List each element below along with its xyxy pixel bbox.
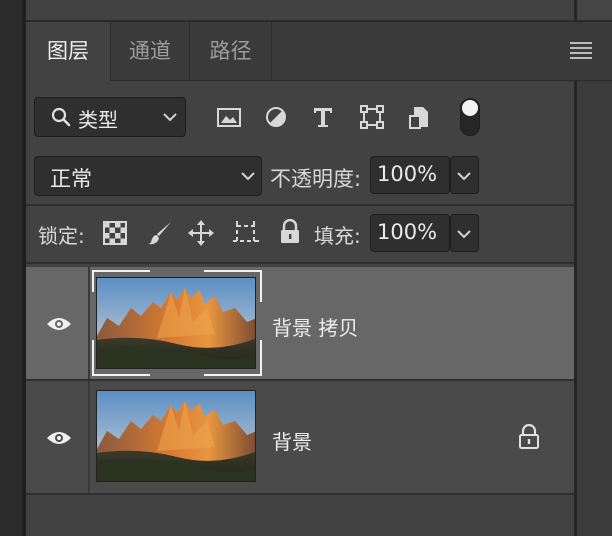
toggle-knob xyxy=(462,100,478,116)
panel-top-strip xyxy=(26,0,574,22)
selection-corner xyxy=(204,270,262,302)
smart-object-filter-icon[interactable] xyxy=(406,103,434,131)
left-gutter xyxy=(0,0,22,536)
selection-corner xyxy=(92,340,150,376)
lock-artboard-icon[interactable] xyxy=(232,219,260,247)
lock-all-icon[interactable] xyxy=(279,219,301,245)
layer-name[interactable]: 背景 xyxy=(272,426,312,455)
filter-type-label: 类型 xyxy=(78,108,118,132)
layer-name[interactable]: 背景 拷贝 xyxy=(272,312,358,341)
chevron-down-icon xyxy=(163,113,177,122)
right-top-strip xyxy=(577,0,612,22)
lock-image-pixels-icon[interactable] xyxy=(146,219,174,247)
chevron-down-icon xyxy=(241,172,255,181)
blend-mode-value: 正常 xyxy=(50,167,92,191)
selection-corner xyxy=(204,340,262,376)
tab-paths[interactable]: 路径 xyxy=(190,22,272,80)
opacity-value: 100% xyxy=(377,162,438,186)
divider xyxy=(26,262,574,264)
tab-channels[interactable]: 通道 xyxy=(110,22,190,80)
lock-label: 锁定: xyxy=(38,224,85,248)
divider xyxy=(26,204,574,206)
row-separator xyxy=(88,267,90,379)
fill-value: 100% xyxy=(377,220,438,244)
shape-filter-icon[interactable] xyxy=(358,103,386,131)
chevron-down-icon xyxy=(457,230,471,239)
visibility-eye-icon[interactable] xyxy=(46,315,72,333)
fill-label: 填充: xyxy=(314,224,361,248)
image-filter-icon[interactable] xyxy=(215,103,243,131)
lock-position-icon[interactable] xyxy=(187,219,215,247)
visibility-eye-icon[interactable] xyxy=(46,429,72,447)
layer-lock-icon[interactable] xyxy=(518,424,540,450)
opacity-label: 不透明度: xyxy=(270,167,362,191)
chevron-down-icon xyxy=(457,172,471,181)
lock-transparent-pixels-icon[interactable] xyxy=(103,221,127,245)
type-filter-icon[interactable] xyxy=(309,103,337,131)
divider xyxy=(26,493,574,495)
row-separator xyxy=(88,381,90,493)
selection-corner xyxy=(92,270,150,292)
layer-thumbnail[interactable] xyxy=(96,390,256,482)
tab-layers[interactable]: 图层 xyxy=(26,22,110,81)
mountain-thumbnail-image xyxy=(97,391,256,482)
adjustment-filter-icon[interactable] xyxy=(262,103,290,131)
search-icon xyxy=(51,107,71,127)
panel-menu-icon[interactable] xyxy=(570,42,592,60)
